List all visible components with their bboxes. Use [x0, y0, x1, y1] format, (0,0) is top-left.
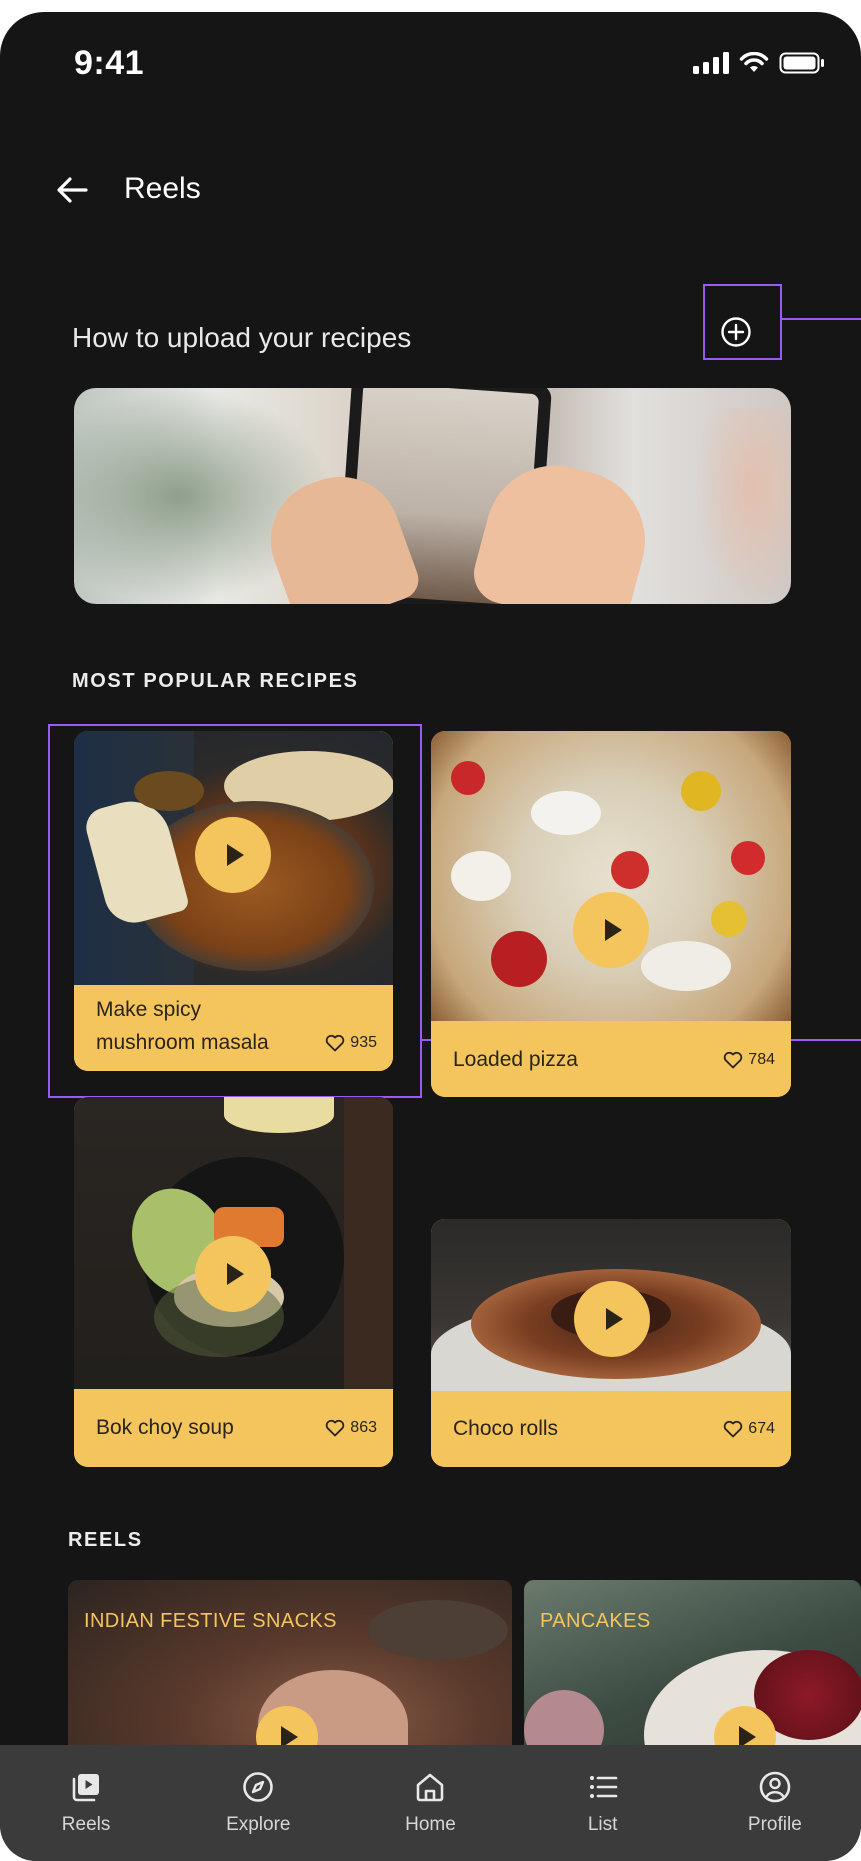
page-title: Reels: [124, 172, 201, 205]
play-icon: [227, 1263, 244, 1285]
reel-title: INDIAN FESTIVE SNACKS: [84, 1610, 337, 1632]
nav-label: Home: [405, 1814, 456, 1835]
likes-count: 784: [748, 1051, 775, 1068]
upload-section-title: How to upload your recipes: [72, 322, 412, 353]
recipe-info-bar: Make spicy mushroom masala 935: [74, 985, 393, 1071]
popular-section-label: MOST POPULAR RECIPES: [72, 670, 359, 692]
likes-count: 935: [350, 1034, 377, 1051]
upload-tutorial-video[interactable]: [74, 388, 791, 604]
nav-label: Reels: [61, 1814, 111, 1835]
play-icon: [227, 844, 244, 866]
nav-item-home[interactable]: Home: [360, 1745, 500, 1861]
recipe-likes[interactable]: 784: [723, 1051, 775, 1069]
recipe-card-bok-choy[interactable]: Bok choy soup 863: [74, 1097, 393, 1467]
recipe-info-bar: Choco rolls 674: [431, 1391, 791, 1467]
nav-item-profile[interactable]: Profile: [705, 1745, 845, 1861]
phone-screen: 9:41 Reels How to upload your recipes MO…: [0, 12, 861, 1861]
recipe-card-masala[interactable]: Make spicy mushroom masala 935: [74, 731, 393, 1071]
arrow-left-icon: [57, 177, 88, 203]
status-time: 9:41: [74, 44, 145, 82]
plus-circle-icon: [721, 317, 751, 347]
likes-count: 674: [748, 1420, 775, 1437]
recipe-likes[interactable]: 674: [723, 1420, 775, 1438]
play-icon: [606, 1308, 623, 1330]
heart-icon: [724, 1420, 743, 1438]
heart-icon: [326, 1034, 345, 1052]
reels-section-label: REELS: [68, 1529, 143, 1551]
play-button[interactable]: [195, 817, 271, 893]
recipe-image: [431, 731, 791, 1021]
profile-icon: [758, 1770, 792, 1804]
recipe-title: Choco rolls: [453, 1417, 559, 1440]
recipe-title: Bok choy soup: [96, 1416, 234, 1439]
play-button[interactable]: [573, 892, 649, 968]
add-recipe-button[interactable]: [712, 308, 760, 356]
play-icon: [605, 919, 622, 941]
recipe-info-bar: Loaded pizza 784: [431, 1021, 791, 1097]
heart-icon: [724, 1051, 743, 1069]
recipe-likes[interactable]: 863: [325, 1419, 377, 1437]
nav-item-reels[interactable]: Reels: [16, 1745, 156, 1861]
home-icon: [413, 1770, 447, 1804]
heart-icon: [326, 1419, 345, 1437]
wifi-icon: [739, 52, 769, 72]
reel-title: PANCAKES: [540, 1610, 651, 1632]
recipe-title: Loaded pizza: [453, 1048, 578, 1071]
recipe-card-choco-rolls[interactable]: Choco rolls 674: [431, 1219, 791, 1467]
play-button[interactable]: [195, 1236, 271, 1312]
nav-item-list[interactable]: List: [533, 1745, 673, 1861]
nav-label: Profile: [747, 1814, 802, 1835]
compass-icon: [241, 1770, 275, 1804]
battery-icon: [779, 52, 824, 74]
nav-label: List: [587, 1814, 618, 1835]
status-icons: [693, 52, 825, 74]
reels-icon: [69, 1770, 103, 1804]
annotation-line-add: [782, 318, 861, 320]
nav-label: Explore: [226, 1814, 291, 1835]
nav-item-explore[interactable]: Explore: [188, 1745, 328, 1861]
back-button[interactable]: [52, 170, 92, 210]
list-icon: [586, 1770, 620, 1804]
recipe-card-pizza[interactable]: Loaded pizza 784: [431, 731, 791, 1097]
recipe-info-bar: Bok choy soup 863: [74, 1389, 393, 1467]
play-button[interactable]: [574, 1281, 650, 1357]
signal-icon: [693, 52, 729, 74]
likes-count: 863: [350, 1419, 377, 1436]
bottom-nav: Reels Explore Home List Profile: [0, 1745, 861, 1861]
recipe-title: Make spicy mushroom masala: [96, 998, 269, 1054]
recipe-likes[interactable]: 935: [325, 1034, 377, 1052]
